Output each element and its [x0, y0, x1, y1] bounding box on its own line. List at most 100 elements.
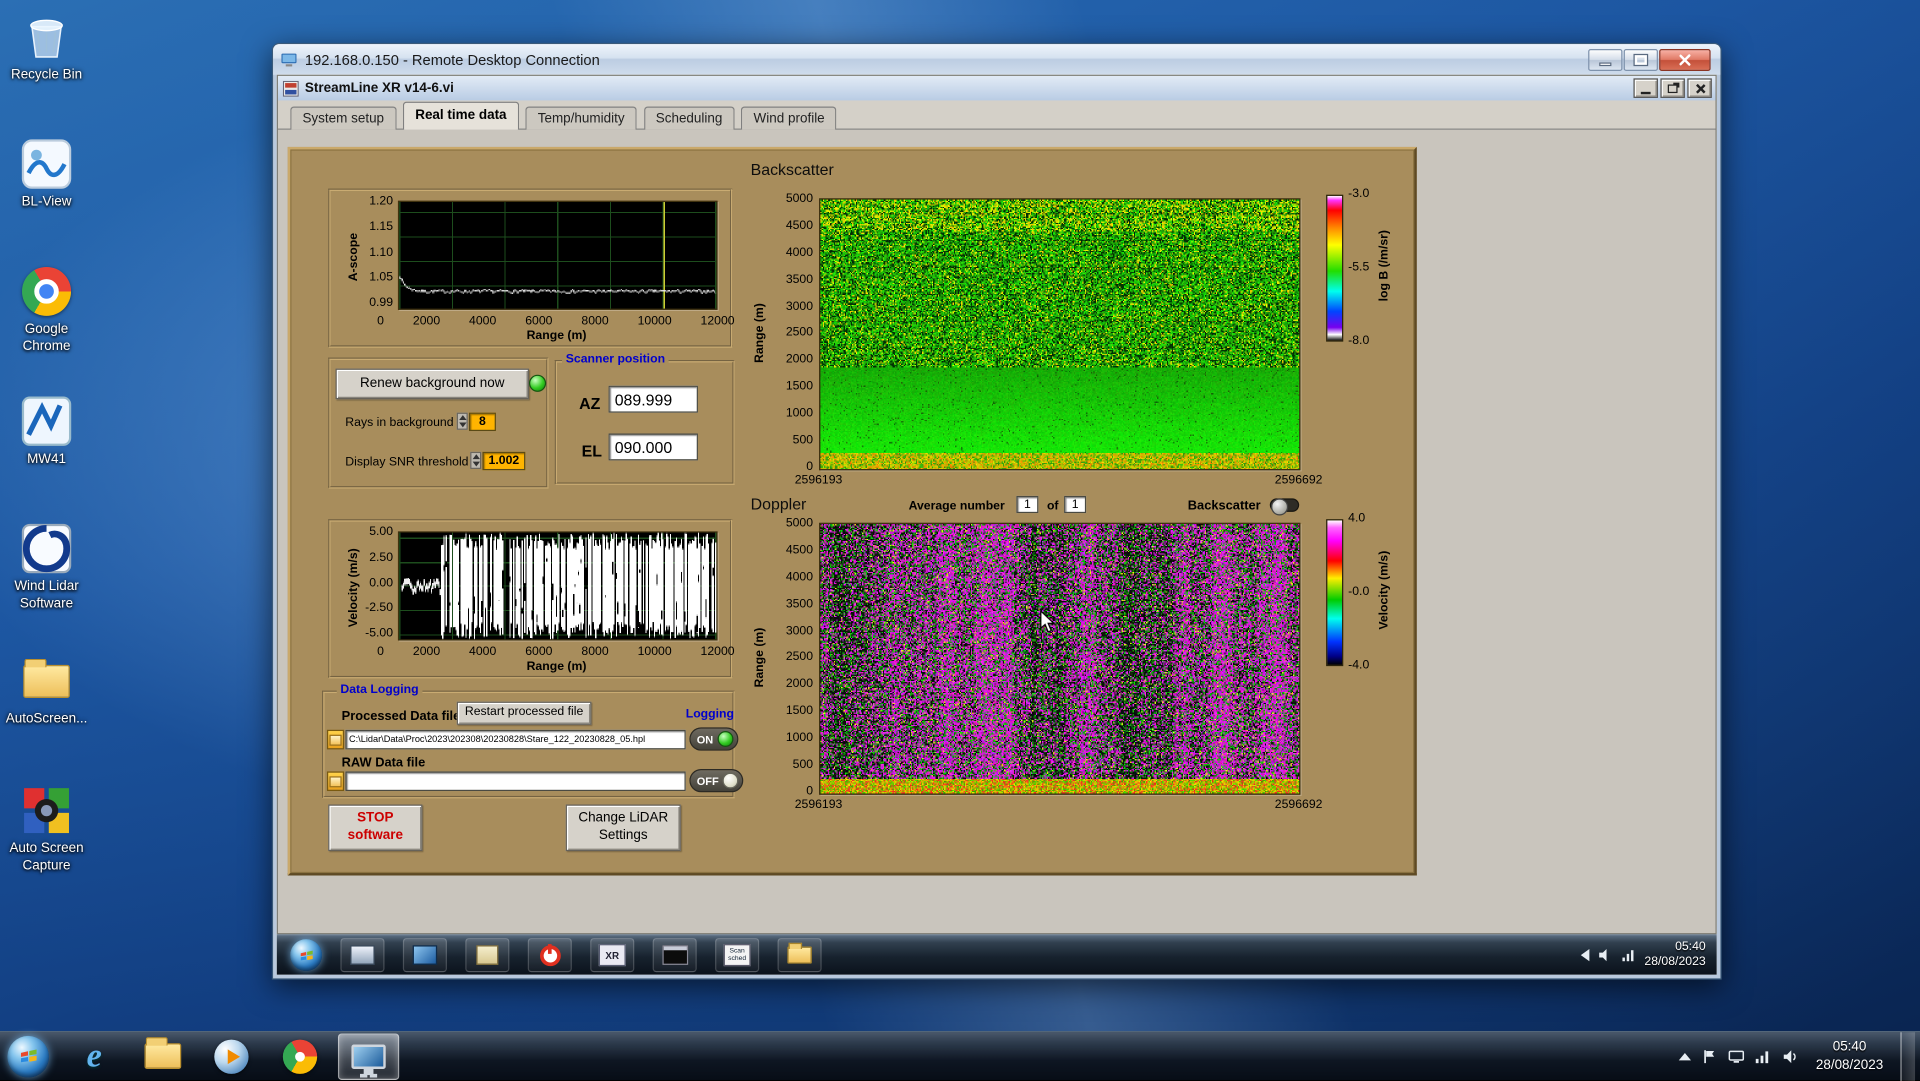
rdp-icon	[280, 51, 297, 68]
taskbar-media-player[interactable]	[201, 1033, 262, 1080]
volume-icon[interactable]	[1598, 948, 1613, 963]
windows-flag-icon	[300, 950, 313, 960]
desktop-icon-bl-view[interactable]: BL-View	[0, 137, 93, 211]
maximize-icon	[1633, 53, 1649, 67]
backscatter-colorbar-ticks: -3.0 -5.5 -8.0	[1348, 187, 1369, 347]
desktop-icon-recycle-bin[interactable]: Recycle Bin	[0, 10, 93, 84]
tick-label: 4.0	[1348, 511, 1366, 526]
remote-taskbar-app-monitor[interactable]	[402, 937, 447, 973]
remote-taskbar-app-xr[interactable]: XR	[590, 937, 635, 973]
tab-wind-profile[interactable]: Wind profile	[741, 106, 837, 130]
app-titlebar[interactable]: StreamLine XR v14-6.vi	[277, 75, 1716, 101]
snr-value-field[interactable]: 1.002	[482, 451, 526, 471]
ascope-group: 1.20 1.15 1.10 1.05 0.99 A-scope 0 2000 4000 60…	[328, 188, 735, 348]
doppler-heatmap[interactable]	[819, 522, 1301, 795]
app-close-button[interactable]	[1687, 78, 1712, 98]
renew-background-button[interactable]: Renew background now	[335, 368, 529, 400]
tray-expand-icon[interactable]	[1580, 948, 1590, 962]
tick-label: 2000	[785, 677, 814, 692]
remote-taskbar-app-document[interactable]	[465, 937, 510, 973]
desktop-icon-autoscreen[interactable]: AutoScreen...	[0, 654, 93, 728]
ascope-x-axis: 0 2000 4000 6000 8000 10000 12000	[377, 315, 735, 328]
tick-label: 1500	[785, 379, 814, 394]
el-value-field[interactable]: 090.000	[608, 433, 698, 461]
raw-path-browse-icon[interactable]	[326, 771, 345, 792]
tab-strip: System setup Real time data Temp/humidit…	[277, 100, 1716, 130]
rays-spinner[interactable]	[456, 412, 468, 430]
app-restore-button[interactable]	[1660, 78, 1685, 98]
tick-label: 3500	[785, 597, 814, 611]
rdp-title-text: 192.168.0.150 - Remote Desktop Connectio…	[304, 50, 600, 68]
velocity-plot[interactable]	[397, 531, 718, 641]
restore-icon	[1667, 83, 1678, 93]
desktop-icon-label: AutoScreen...	[5, 711, 88, 727]
app-icon	[282, 80, 299, 97]
tick-label: 12000	[700, 314, 735, 329]
network-icon[interactable]	[1755, 1048, 1772, 1065]
processed-path-browse-icon[interactable]	[326, 729, 345, 750]
restart-processed-file-button[interactable]: Restart processed file	[456, 701, 592, 725]
display-icon[interactable]	[1728, 1048, 1745, 1065]
start-button[interactable]	[0, 1033, 56, 1080]
background-group: Renew background now Rays in background …	[328, 357, 549, 489]
desktop-icon-wind-lidar[interactable]: Wind Lidar Software	[0, 522, 93, 613]
wind-lidar-icon	[20, 522, 74, 576]
ascope-plot[interactable]	[397, 200, 718, 310]
clock-time: 05:40	[1832, 1039, 1867, 1055]
rdp-minimize-button[interactable]	[1588, 48, 1623, 72]
desktop-icon-mw41[interactable]: MW41	[0, 394, 93, 468]
backscatter-toggle-switch[interactable]	[1269, 498, 1300, 516]
raw-data-file-path[interactable]	[345, 771, 686, 792]
volume-icon[interactable]	[1782, 1048, 1799, 1065]
taskbar-windows-explorer[interactable]	[132, 1033, 193, 1080]
remote-start-button[interactable]	[290, 939, 323, 972]
average-count-field[interactable]: 1	[1064, 495, 1087, 514]
logging-off-led	[722, 772, 739, 789]
rdp-maximize-button[interactable]	[1623, 48, 1658, 72]
tab-real-time-data[interactable]: Real time data	[402, 101, 519, 130]
stop-software-button[interactable]: STOP software	[328, 804, 423, 852]
chrome-icon	[282, 1038, 318, 1074]
el-value: 090.000	[614, 437, 673, 457]
remote-taskbar-app-scan-sched[interactable]: Scan sched	[715, 937, 760, 973]
remote-taskbar-app-power[interactable]	[527, 937, 572, 973]
desktop-icon-label: BL-View	[21, 194, 72, 210]
backscatter-heatmap[interactable]	[819, 198, 1301, 471]
raw-logging-toggle[interactable]: OFF	[689, 768, 744, 793]
tab-system-setup[interactable]: System setup	[290, 106, 397, 130]
show-hidden-icons[interactable]	[1678, 1052, 1691, 1060]
windows-flag-icon	[20, 1049, 36, 1063]
tick-label: 5000	[785, 192, 814, 206]
remote-system-tray: 05:40 28/08/2023	[1580, 940, 1717, 971]
tick-label: 4500	[785, 543, 814, 558]
tick-label: 2000	[785, 353, 814, 367]
taskbar-chrome[interactable]	[269, 1033, 330, 1080]
taskbar-clock[interactable]: 05:40 28/08/2023	[1808, 1039, 1890, 1074]
network-icon[interactable]	[1621, 948, 1636, 963]
processed-data-file-path[interactable]: C:\Lidar\Data\Proc\2023\202308\20230828\…	[345, 729, 686, 750]
remote-taskbar-app-console[interactable]	[652, 937, 697, 973]
snr-spinner[interactable]	[470, 451, 482, 469]
show-desktop-button[interactable]	[1900, 1031, 1916, 1081]
desktop-icon-google-chrome[interactable]: Google Chrome	[0, 264, 93, 355]
rays-value-field[interactable]: 8	[468, 412, 496, 432]
desktop-icon-auto-screen-capture[interactable]: Auto Screen Capture	[0, 784, 93, 875]
remote-clock[interactable]: 05:40 28/08/2023	[1644, 940, 1705, 971]
rdp-titlebar[interactable]: 192.168.0.150 - Remote Desktop Connectio…	[273, 44, 1721, 75]
logging-label: Logging	[685, 707, 735, 722]
taskbar-remote-desktop-active[interactable]	[337, 1032, 400, 1080]
taskbar-internet-explorer[interactable]: e	[64, 1033, 125, 1080]
tab-scheduling[interactable]: Scheduling	[643, 106, 735, 130]
remote-taskbar-app-folder[interactable]	[777, 937, 822, 973]
az-value-field[interactable]: 089.999	[608, 385, 698, 413]
doppler-y-label: Range (m)	[753, 627, 767, 688]
tab-temp-humidity[interactable]: Temp/humidity	[525, 106, 637, 130]
rdp-window: 192.168.0.150 - Remote Desktop Connectio…	[271, 42, 1722, 980]
change-lidar-settings-button[interactable]: Change LiDAR Settings	[565, 804, 681, 852]
app-minimize-button[interactable]	[1633, 78, 1658, 98]
remote-taskbar-app-window[interactable]	[340, 937, 385, 973]
processed-logging-toggle[interactable]: ON	[689, 727, 738, 751]
average-number-field[interactable]: 1	[1016, 495, 1039, 514]
rdp-close-button[interactable]	[1659, 48, 1711, 72]
action-center-flag-icon[interactable]	[1701, 1048, 1718, 1065]
